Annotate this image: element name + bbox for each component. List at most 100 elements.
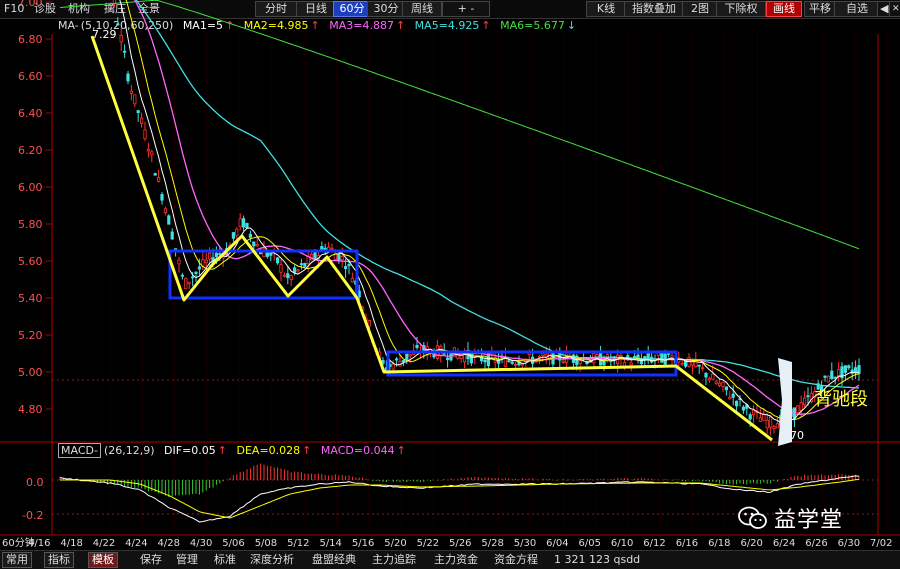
candle-body [299,263,304,266]
candle-body [541,353,545,356]
candle-body [772,426,776,429]
candle-body [180,274,184,277]
candle-body [752,409,756,416]
date-axis-label: 6/16 [676,538,698,549]
candle-body [320,246,324,250]
macd-params: (26,12,9) [103,444,155,457]
candle-body [769,416,773,428]
candle-body [803,397,807,406]
candle-body [126,73,130,82]
candle-body [680,362,684,365]
tab-classic[interactable]: 盘盟经典 [312,553,356,567]
candle-body [218,253,222,256]
date-axis-label: 5/14 [319,538,341,549]
candle-body [214,252,218,258]
candle-body [602,360,606,366]
candle-body [163,208,167,214]
tab-deep-analysis[interactable]: 深度分析 [250,553,294,567]
tab-template[interactable]: 模板 [88,552,118,568]
candle-body [415,345,419,348]
tab-manage[interactable]: 管理 [176,553,198,567]
candle-body [184,277,188,290]
macd-legend: MACD- (26,12,9) DIF=0.05 ↑ DEA=0.028 ↑ MACD… [58,443,412,458]
candle-body [445,357,450,360]
candle-body [799,402,803,411]
macd-indicator-tag[interactable]: MACD- [58,443,101,458]
date-axis-label: 6/18 [708,538,730,549]
tab-standard[interactable]: 标准 [214,553,236,567]
date-axis-label: 6/26 [805,538,827,549]
candle-body [854,367,858,374]
date-axis-label: 5/28 [481,538,503,549]
date-axis-label: 5/12 [287,538,309,549]
candle-body [728,396,732,400]
date-axis-label: 4/24 [125,538,147,549]
date-axis-label: 5/30 [514,538,536,549]
tab-fund-equation[interactable]: 资金方程 [494,553,538,567]
wechat-icon [738,506,767,529]
candle-body [139,117,144,124]
candle-body [292,267,297,273]
divergence-annotation: 背驰段 [814,389,868,410]
candle-body [833,376,837,379]
price-axis-label: 5.40 [18,292,43,305]
candle-body [269,251,273,256]
candle-body [697,364,701,367]
bottom-tab-bar: 常用 指标 模板 保存 管理 标准 深度分析 盘盟经典 主力追踪 主力资金 资金… [0,550,900,569]
dea-value: DEA=0.028 [236,444,301,457]
price-axis-label: 6.20 [18,144,43,157]
candle-body [238,218,242,228]
candle-body [735,400,739,407]
tab-save[interactable]: 保存 [140,553,162,567]
tab-common[interactable]: 常用 [2,552,32,568]
candle-body [245,223,249,229]
candle-body [694,359,698,368]
price-axis-label: 5.00 [18,366,43,379]
candle-body [116,23,120,26]
candle-body [707,377,712,381]
date-axis-label: 5/26 [449,538,471,549]
candle-body [340,256,344,260]
date-axis-label: 4/22 [93,538,115,549]
dif-arrow: ↑ [217,444,228,457]
candle-body [275,257,280,264]
date-axis-label: 5/06 [222,538,244,549]
date-axis-label: 5/20 [384,538,406,549]
candle-body [401,359,406,363]
candle-body [830,370,834,379]
candle-body [241,218,246,228]
candle-body [136,110,140,113]
candle-body [408,354,412,357]
candle-body [394,358,399,361]
tab-main-force-track[interactable]: 主力追踪 [372,553,416,567]
candle-body [119,34,123,43]
macd-value: MACD=0.044 [320,444,395,457]
date-axis-label: 5/16 [352,538,374,549]
candle-body [520,363,525,366]
candle-body [796,405,800,413]
candle-body [847,365,851,369]
candle-body [701,367,705,370]
candle-body [177,259,181,265]
candle-body [194,271,198,274]
tab-indicator[interactable]: 指标 [44,552,74,568]
candle-body [561,360,565,364]
candle-body [153,173,157,176]
candle-body [187,281,191,285]
candle-body [289,275,293,281]
price-axis-label: 4.80 [18,403,43,416]
trend-zigzag-line[interactable] [90,35,773,442]
tab-codes: 1 321 123 qsdd [554,553,641,566]
price-axis-label: 5.80 [18,218,43,231]
candle-body [265,252,270,257]
ma10-line [125,0,860,421]
candle-body [714,381,718,384]
candle-body [823,375,827,378]
dif-value: DIF=0.05 [164,444,216,457]
candle-body [248,233,252,238]
candle-body [690,361,695,366]
kline-chart[interactable]: 7.207.006.806.606.406.206.005.805.605.40… [0,0,900,568]
candle-body [459,355,463,359]
candle-body [197,266,201,270]
tab-main-force-fund[interactable]: 主力资金 [434,553,478,567]
